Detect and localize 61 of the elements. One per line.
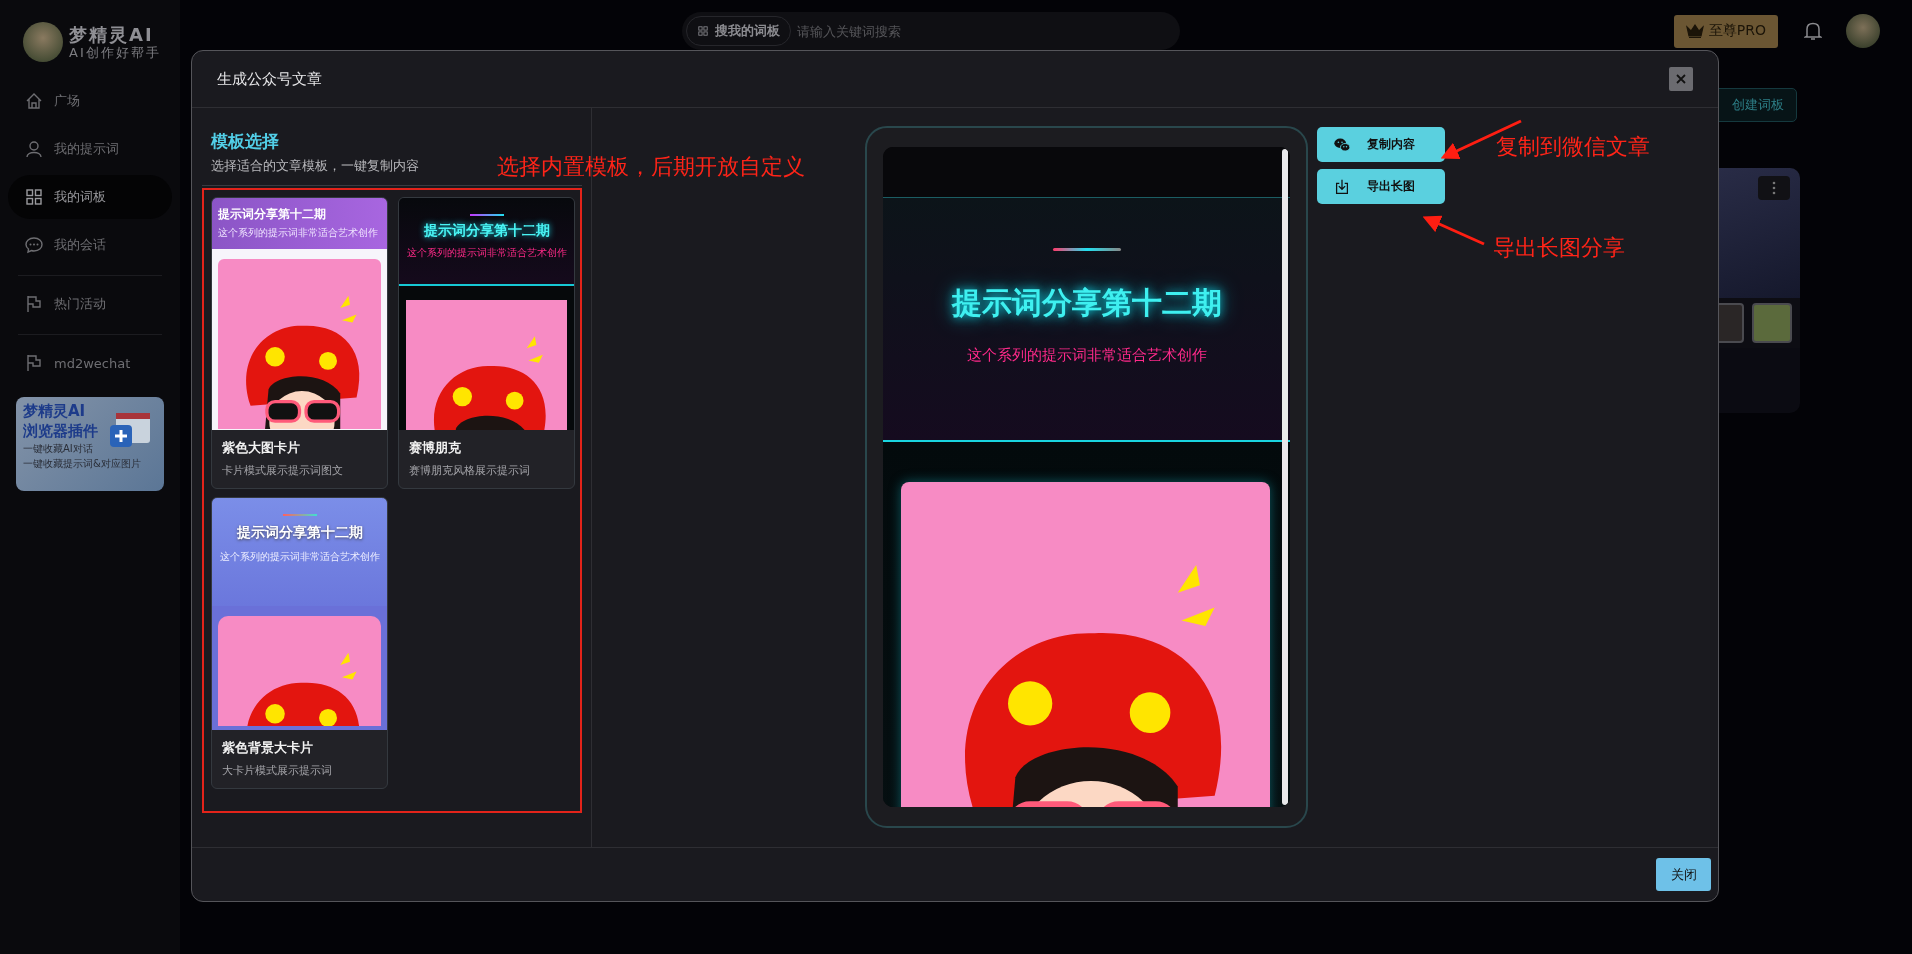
template-description: 大卡片模式展示提示词 — [222, 763, 333, 778]
preview-subtitle: 这个系列的提示词非常适合艺术创作 — [406, 246, 567, 260]
nav-item[interactable]: md2wechat — [8, 341, 172, 385]
close-button[interactable] — [1669, 67, 1693, 91]
template-name: 紫色背景大卡片 — [222, 739, 314, 757]
promo-banner[interactable]: 梦精灵AI 浏览器插件 一键收藏AI对话 一键收藏提示词&对应图片 — [16, 397, 164, 491]
preview-title: 提示词分享第十二期 — [218, 206, 327, 223]
template-card[interactable]: 提示词分享第十二期 这个系列的提示词非常适合艺术创作 紫色背景大卡片 大卡片模式展示提示词 — [211, 497, 388, 789]
nav-item[interactable]: 我的词板 — [8, 175, 172, 219]
promo-text: 一键收藏提示词&对应图片 — [23, 457, 142, 471]
download-icon — [1333, 177, 1351, 196]
accent-bar — [282, 514, 317, 516]
search-field[interactable]: 搜我的词板 请输入关键词搜索 — [682, 12, 1180, 50]
template-description: 赛博朋克风格展示提示词 — [409, 463, 531, 478]
annotation-arrow — [1422, 215, 1485, 246]
nav-item[interactable]: 我的提示词 — [8, 127, 172, 171]
promo-text: 一键收藏AI对话 — [23, 442, 94, 456]
export-image-button[interactable]: 导出长图 — [1317, 169, 1445, 204]
crown-icon — [1685, 23, 1704, 39]
accent-bar — [469, 214, 504, 216]
template-description: 卡片模式展示提示词图文 — [222, 463, 344, 478]
scrollbar[interactable] — [1282, 149, 1288, 805]
annotation-text: 选择内置模板，后期开放自定义 — [497, 153, 805, 181]
flag-icon — [24, 353, 44, 373]
home-icon — [24, 91, 44, 111]
promo-title: 梦精灵AI — [23, 401, 87, 421]
promo-subtitle: 浏览器插件 — [23, 421, 99, 441]
template-card[interactable]: 提示词分享第十二期 这个系列的提示词非常适合艺术创作 紫色大图卡片 卡片模式展示提示词图文 — [211, 197, 388, 489]
nav-item[interactable]: 广场 — [8, 79, 172, 123]
preview-title: 提示词分享第十二期 — [423, 222, 550, 240]
close-dialog-button[interactable]: 关闭 — [1656, 858, 1711, 891]
nav-item[interactable]: 热门活动 — [8, 282, 172, 326]
preview-subtitle: 这个系列的提示词非常适合艺术创作 — [219, 550, 380, 564]
flag-icon — [24, 294, 44, 314]
grid-icon — [24, 187, 44, 207]
annotation-text: 复制到微信文章 — [1496, 133, 1650, 161]
preview-subtitle: 这个系列的提示词非常适合艺术创作 — [218, 226, 379, 240]
nav-item[interactable]: 我的会话 — [8, 223, 172, 267]
close-icon — [1676, 74, 1686, 84]
logo-subtitle: AI创作好帮手 — [69, 44, 161, 61]
user-icon — [24, 139, 44, 159]
article-title: 提示词分享第十二期 — [951, 284, 1222, 322]
preview-title: 提示词分享第十二期 — [236, 524, 363, 542]
article-subtitle: 这个系列的提示词非常适合艺术创作 — [966, 346, 1207, 365]
chat-icon — [24, 235, 44, 255]
template-card[interactable]: 提示词分享第十二期 这个系列的提示词非常适合艺术创作 赛博朋克 赛博朋克风格展示提示词 — [398, 197, 575, 489]
annotation-text: 导出长图分享 — [1493, 234, 1625, 262]
template-name: 赛博朋克 — [409, 439, 462, 457]
thumbnail-placeholder[interactable] — [1752, 303, 1792, 343]
grid-icon — [697, 25, 709, 37]
panel-title: 模板选择 — [211, 130, 279, 153]
accent-bar — [1052, 248, 1121, 251]
copy-content-button[interactable]: 复制内容 — [1317, 127, 1445, 162]
template-name: 紫色大图卡片 — [222, 439, 301, 457]
more-icon — [1772, 181, 1776, 195]
bell-icon[interactable] — [1804, 21, 1822, 41]
logo-title: 梦精灵AI — [69, 23, 155, 45]
panel-subtitle: 选择适合的文章模板，一键复制内容 — [211, 157, 419, 175]
dialog-title: 生成公众号文章 — [217, 69, 322, 89]
user-avatar[interactable] — [1846, 14, 1880, 48]
logo-avatar — [23, 22, 63, 62]
